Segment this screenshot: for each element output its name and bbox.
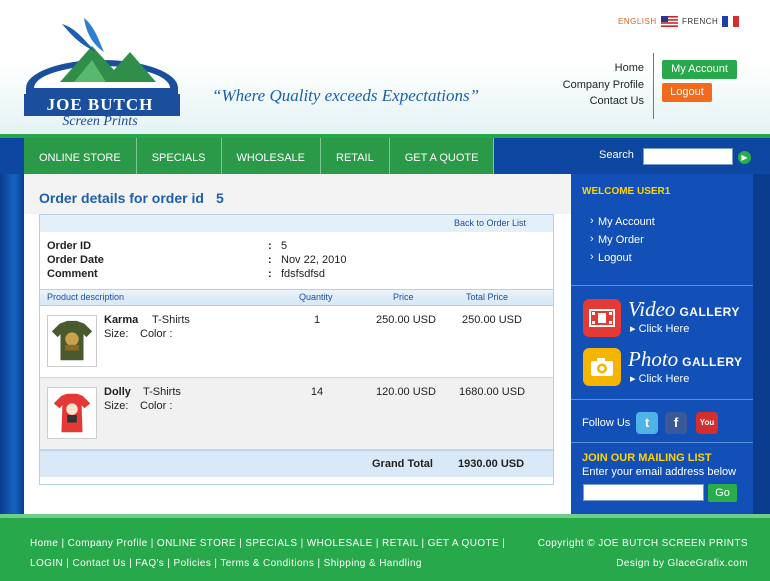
- product-quantity: 1: [313, 314, 321, 326]
- product-category: T-Shirts: [143, 386, 181, 398]
- french-label: FRENCH: [682, 17, 719, 26]
- tagline: “Where Quality exceeds Expectations”: [212, 86, 480, 105]
- comment-label: Comment: [47, 268, 98, 280]
- video-gallery-title[interactable]: Video GALLERY: [628, 297, 740, 322]
- colon: :: [268, 268, 272, 280]
- order-date-value: Nov 22, 2010: [281, 254, 347, 266]
- search-input[interactable]: [643, 148, 733, 165]
- twitter-icon[interactable]: t: [636, 412, 658, 434]
- sidebar-divider: [571, 399, 753, 400]
- my-account-button[interactable]: My Account: [662, 60, 737, 79]
- product-size: Size:: [104, 328, 129, 340]
- mailing-list-title: JOIN OUR MAILING LIST: [582, 452, 712, 464]
- nav-wholesale[interactable]: WHOLESALE: [221, 138, 321, 174]
- follow-us-label: Follow Us: [582, 417, 631, 429]
- product-category: T-Shirts: [152, 314, 190, 326]
- nav-retail[interactable]: RETAIL: [321, 138, 390, 174]
- nav-specials[interactable]: SPECIALS: [136, 138, 222, 174]
- search-label: Search: [599, 149, 634, 161]
- video-gallery-icon[interactable]: [583, 299, 621, 337]
- photo-gallery-title[interactable]: Photo GALLERY: [628, 347, 743, 372]
- search-go-icon[interactable]: ▶: [738, 151, 751, 164]
- france-flag-icon: [722, 16, 740, 27]
- photo-gallery-big: Photo: [628, 347, 679, 371]
- logo-subtitle: Screen Prints: [62, 114, 138, 129]
- page-title: Order details for order id 5: [39, 190, 224, 206]
- photo-gallery-click-here[interactable]: ▸ Click Here: [630, 372, 689, 385]
- footer-links-primary[interactable]: Home | Company Profile | ONLINE STORE | …: [30, 538, 505, 549]
- comment-value: fdsfsdfsd: [281, 268, 326, 280]
- table-row: Dolly T-Shirts Size: Color : 14 120.00 U…: [40, 378, 553, 450]
- sidebar-link-my-account[interactable]: My Account: [590, 215, 655, 228]
- photo-gallery-small: GALLERY: [682, 355, 743, 369]
- header-link-company-profile[interactable]: Company Profile: [563, 77, 644, 94]
- photo-gallery-icon[interactable]: [583, 348, 621, 386]
- footer-links-secondary[interactable]: LOGIN | Contact Us | FAQ's | Policies | …: [30, 558, 422, 569]
- sidebar-link-logout[interactable]: Logout: [590, 251, 632, 264]
- product-name[interactable]: Dolly: [104, 386, 131, 398]
- footer-copyright: Copyright © JOE BUTCH SCREEN PRINTS: [537, 538, 748, 549]
- product-price: 250.00 USD: [376, 314, 436, 326]
- header-links-divider: [653, 53, 654, 119]
- video-gallery-click-here[interactable]: ▸ Click Here: [630, 322, 689, 335]
- th-total-price: Total Price: [466, 292, 509, 302]
- sidebar-divider: [571, 285, 753, 286]
- product-size: Size:: [104, 400, 129, 412]
- grand-total-value: 1930.00 USD: [458, 458, 525, 470]
- product-name[interactable]: Karma: [104, 314, 138, 326]
- product-quantity: 14: [310, 386, 324, 398]
- youtube-icon[interactable]: You: [696, 412, 718, 434]
- table-row: Karma T-Shirts Size: Color : 1 250.00 US…: [40, 306, 553, 378]
- english-label: ENGLISH: [618, 17, 657, 26]
- nav-online-store[interactable]: ONLINE STORE: [24, 138, 137, 174]
- facebook-icon[interactable]: f: [665, 412, 687, 434]
- order-date-label: Order Date: [47, 254, 104, 266]
- order-id-value: 5: [281, 240, 288, 252]
- us-flag-icon: [660, 16, 678, 27]
- grand-total-label: Grand Total: [372, 458, 433, 470]
- left-gutter: [0, 174, 24, 514]
- video-gallery-big: Video: [628, 297, 676, 321]
- right-gutter: [753, 174, 770, 514]
- site-footer: [0, 518, 770, 581]
- colon: :: [268, 254, 272, 266]
- sidebar-link-my-order[interactable]: My Order: [590, 233, 644, 246]
- back-to-order-list-link[interactable]: Back to Order List: [451, 218, 529, 229]
- mailing-list-go-button[interactable]: Go: [708, 484, 737, 502]
- header-link-home[interactable]: Home: [563, 60, 644, 77]
- product-thumbnail-karma[interactable]: [47, 315, 97, 367]
- email-input[interactable]: [583, 484, 704, 501]
- sidebar-divider: [571, 442, 753, 443]
- welcome-text: WELCOME USER1: [582, 186, 671, 197]
- nav-get-a-quote[interactable]: GET A QUOTE: [389, 138, 495, 174]
- th-product-description: Product description: [47, 292, 125, 302]
- product-total: 1680.00 USD: [458, 386, 526, 398]
- logo-text: JOE BUTCH: [46, 95, 154, 114]
- colon: :: [268, 240, 272, 252]
- logout-button[interactable]: Logout: [662, 83, 712, 102]
- product-total: 250.00 USD: [462, 314, 522, 326]
- th-price: Price: [393, 292, 414, 302]
- header-link-contact-us[interactable]: Contact Us: [563, 93, 644, 110]
- page-title-order-id: 5: [215, 190, 224, 206]
- video-gallery-small: GALLERY: [679, 305, 740, 319]
- header-links: Home Company Profile Contact Us: [563, 60, 644, 110]
- page-title-text: Order details for order id: [39, 190, 204, 206]
- product-thumbnail-dolly[interactable]: [47, 387, 97, 439]
- mailing-list-subtitle: Enter your email address below: [582, 466, 737, 478]
- language-english[interactable]: ENGLISH: [618, 16, 678, 27]
- footer-design-credit[interactable]: Design by GlaceGrafix.com: [616, 558, 748, 569]
- th-quantity: Quantity: [299, 292, 333, 302]
- product-color: Color :: [140, 400, 173, 412]
- product-color: Color :: [140, 328, 173, 340]
- order-id-label: Order ID: [47, 240, 92, 252]
- language-french[interactable]: FRENCH: [682, 16, 740, 27]
- product-price: 120.00 USD: [376, 386, 436, 398]
